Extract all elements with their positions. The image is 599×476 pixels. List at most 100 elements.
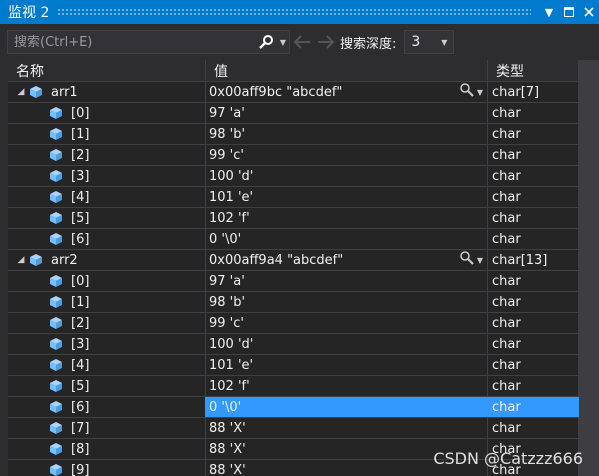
window-menu-button[interactable]: ▼ [539,2,559,22]
watch-row[interactable]: [1] 98 'b' char [8,292,579,313]
watch-value-cell[interactable]: 99 'c' [206,313,488,333]
watch-value-cell[interactable]: 88 'X' [206,418,488,438]
close-icon [584,7,594,17]
watch-name-cell[interactable]: ◢ arr2 [8,250,206,270]
watch-name-cell[interactable]: [6] [8,229,206,249]
watch-value-cell[interactable]: 0x00aff9a4 "abcdef" ▼ [206,250,488,270]
watch-name-cell[interactable]: [1] [8,124,206,144]
watch-name-text: [6] [71,399,90,415]
expand-arrow-icon[interactable]: ◢ [14,255,28,265]
watch-row[interactable]: [0] 97 'a' char [8,271,579,292]
expand-arrow-icon[interactable]: ◢ [14,87,28,97]
watch-value-cell[interactable]: 102 'f' [206,208,488,228]
watch-value-cell[interactable]: 100 'd' [206,166,488,186]
watch-value-cell[interactable]: 0 '\0' [206,229,488,249]
watch-name-cell[interactable]: [3] [8,334,206,354]
watch-row[interactable]: [4] 101 'e' char [8,187,579,208]
maximize-button[interactable] [559,2,579,22]
watch-value-cell[interactable]: 98 'b' [206,292,488,312]
visualizer-tools[interactable]: ▼ [459,82,487,102]
watch-name-text: [4] [71,357,90,373]
watch-row[interactable]: ◢ arr1 0x00aff9bc "abcdef" ▼ char[7] [8,82,579,103]
watch-name-cell[interactable]: [5] [8,208,206,228]
close-button[interactable] [579,2,599,22]
watch-value-cell[interactable]: 0 '\0' [206,397,488,417]
watch-value-text: 100 'd' [209,336,254,352]
column-header-value[interactable]: 值 [206,60,488,81]
watch-value-cell[interactable]: 97 'a' [206,103,488,123]
magnifier-icon[interactable] [459,250,475,270]
chevron-down-icon[interactable]: ▼ [477,88,483,97]
watch-row[interactable]: [6] 0 '\0' char [8,397,579,418]
watch-value-text: 102 'f' [209,378,250,394]
variable-cube-icon [28,84,44,100]
watch-value-cell[interactable]: 100 'd' [206,334,488,354]
watch-value-text: 98 'b' [209,294,246,310]
watch-name-cell[interactable]: [0] [8,103,206,123]
watch-value-cell[interactable]: 101 'e' [206,355,488,375]
watch-value-cell[interactable]: 99 'c' [206,145,488,165]
chevron-down-icon[interactable]: ▼ [477,256,483,265]
watch-row[interactable]: [3] 100 'd' char [8,166,579,187]
search-depth-select[interactable]: 3 ▼ [404,30,455,54]
watch-type-cell: char [488,103,579,123]
watch-name-cell[interactable]: [8] [8,439,206,459]
watch-name-cell[interactable]: [9] [8,460,206,476]
vertical-scrollbar[interactable] [579,60,599,476]
watch-row[interactable]: [4] 101 'e' char [8,355,579,376]
watch-type-cell: char [488,145,579,165]
visualizer-tools[interactable]: ▼ [459,250,487,270]
watch-row[interactable]: [2] 99 'c' char [8,145,579,166]
back-arrow-icon[interactable] [290,30,314,54]
watch-value-cell[interactable]: 98 'b' [206,124,488,144]
watch-value-text: 97 'a' [209,105,245,121]
forward-arrow-icon[interactable] [314,30,338,54]
watch-name-cell[interactable]: [4] [8,355,206,375]
watch-name-cell[interactable]: [3] [8,166,206,186]
watch-name-cell[interactable]: [6] [8,397,206,417]
magnifier-icon[interactable] [459,82,475,102]
watch-row[interactable]: [2] 99 'c' char [8,313,579,334]
grid-header: 名称 值 类型 [8,60,579,82]
watch-name-cell[interactable]: [1] [8,292,206,312]
watch-row[interactable]: [3] 100 'd' char [8,334,579,355]
watch-name-text: arr2 [51,252,78,268]
watch-name-cell[interactable]: [2] [8,313,206,333]
watch-row[interactable]: [7] 88 'X' char [8,418,579,439]
variable-cube-icon [48,441,64,457]
variable-cube-icon [48,336,64,352]
search-box[interactable]: ▼ [7,30,290,54]
watch-name-cell[interactable]: [0] [8,271,206,291]
watch-value-cell[interactable]: 101 'e' [206,187,488,207]
variable-cube-icon [48,147,64,163]
watch-row[interactable]: ◢ arr2 0x00aff9a4 "abcdef" ▼ char[13] [8,250,579,271]
maximize-icon [564,7,574,17]
watch-value-cell[interactable]: 102 'f' [206,376,488,396]
search-icon[interactable] [255,31,277,53]
watch-type-cell: char [488,229,579,249]
column-header-name[interactable]: 名称 [8,60,206,81]
watch-value-text: 88 'X' [209,420,246,436]
watch-name-text: [1] [71,294,90,310]
watch-name-cell[interactable]: [4] [8,187,206,207]
watch-name-cell[interactable]: [7] [8,418,206,438]
column-header-type[interactable]: 类型 [488,60,579,81]
watch-row[interactable]: [0] 97 'a' char [8,103,579,124]
watch-value-cell[interactable]: 0x00aff9bc "abcdef" ▼ [206,82,488,102]
watch-name-text: [3] [71,168,90,184]
watch-row[interactable]: [6] 0 '\0' char [8,229,579,250]
watch-row[interactable]: [5] 102 'f' char [8,376,579,397]
watch-name-text: [5] [71,378,90,394]
watch-toolbar: ▼ 搜索深度: 3 ▼ [0,24,599,60]
watch-value-cell[interactable]: 97 'a' [206,271,488,291]
title-grip[interactable] [57,8,531,16]
watch-name-cell[interactable]: ◢ arr1 [8,82,206,102]
watch-name-cell[interactable]: [5] [8,376,206,396]
watch-row[interactable]: [1] 98 'b' char [8,124,579,145]
watch-name-cell[interactable]: [2] [8,145,206,165]
watch-value-text: 102 'f' [209,210,250,226]
watch-row[interactable]: [5] 102 'f' char [8,208,579,229]
search-options-dropdown-icon[interactable]: ▼ [277,31,289,53]
chevron-down-icon: ▼ [441,37,448,47]
search-input[interactable] [8,31,255,53]
